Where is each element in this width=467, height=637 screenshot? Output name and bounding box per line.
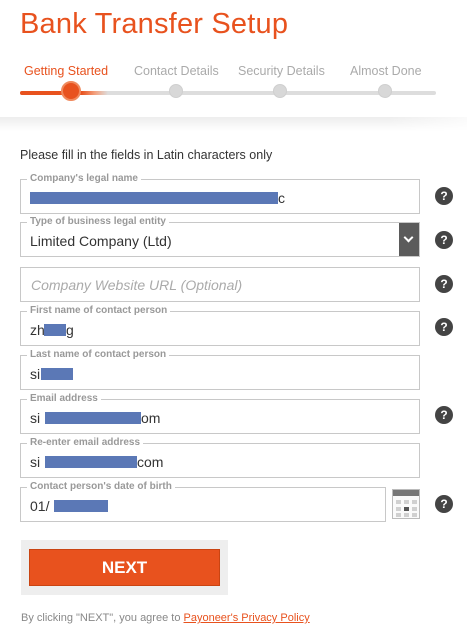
first-name-value-start: zh	[30, 322, 45, 338]
business-type-label: Type of business legal entity	[27, 216, 169, 228]
redacted-value	[45, 456, 137, 468]
step-dot-2	[169, 84, 183, 98]
email-confirm-value-start: si	[30, 454, 41, 470]
first-name-field[interactable]: First name of contact person zh g	[20, 305, 420, 346]
redacted-value	[30, 192, 278, 204]
step-dot-1	[61, 81, 81, 101]
email-value-end: om	[141, 410, 161, 426]
company-website-placeholder: Company Website URL (Optional)	[31, 277, 243, 293]
page-title: Bank Transfer Setup	[20, 8, 289, 40]
first-name-value-end: g	[66, 322, 74, 338]
email-value-start: si	[30, 410, 41, 426]
next-button-container: NEXT	[21, 540, 228, 595]
redacted-value	[45, 412, 141, 424]
first-name-label: First name of contact person	[27, 305, 171, 317]
last-name-value: si	[30, 366, 41, 382]
last-name-field[interactable]: Last name of contact person si	[20, 349, 420, 390]
step-contact-details: Contact Details	[134, 64, 219, 78]
chevron-down-icon	[403, 232, 414, 243]
next-button[interactable]: NEXT	[29, 549, 220, 586]
date-of-birth-field[interactable]: Contact person's date of birth 01/	[20, 481, 386, 522]
redacted-value	[54, 500, 108, 512]
agreement-text: By clicking "NEXT", you agree to	[21, 612, 184, 624]
company-name-label: Company's legal name	[27, 173, 141, 185]
last-name-label: Last name of contact person	[27, 349, 170, 361]
question-mark-icon[interactable]: ?	[435, 187, 453, 205]
email-confirm-field[interactable]: Re-enter email address si com	[20, 437, 420, 478]
progress-steps: Getting Started Contact Details Security…	[20, 64, 436, 104]
business-type-value: Limited Company (Ltd)	[30, 233, 172, 249]
step-almost-done: Almost Done	[350, 64, 422, 78]
question-mark-icon[interactable]: ?	[435, 318, 453, 336]
step-dot-3	[273, 84, 287, 98]
header-divider	[0, 117, 467, 131]
email-confirm-value-end: com	[137, 454, 164, 470]
email-label: Email address	[27, 393, 101, 405]
form-instructions: Please fill in the fields in Latin chara…	[20, 148, 273, 162]
company-name-value: c	[278, 190, 285, 206]
email-field[interactable]: Email address si om	[20, 393, 420, 434]
company-website-field[interactable]: Company Website URL (Optional)	[20, 267, 420, 302]
company-name-field[interactable]: Company's legal name c	[20, 173, 420, 214]
privacy-policy-link[interactable]: Payoneer's Privacy Policy	[184, 612, 310, 624]
progress-track	[20, 91, 436, 95]
dropdown-button[interactable]	[399, 223, 419, 256]
question-mark-icon[interactable]: ?	[435, 231, 453, 249]
question-mark-icon[interactable]: ?	[435, 495, 453, 513]
step-security-details: Security Details	[238, 64, 325, 78]
step-getting-started: Getting Started	[24, 64, 109, 78]
redacted-value	[41, 368, 73, 380]
date-of-birth-value: 01/	[30, 498, 50, 514]
question-mark-icon[interactable]: ?	[435, 275, 453, 293]
calendar-icon[interactable]	[392, 489, 420, 519]
date-of-birth-label: Contact person's date of birth	[27, 481, 175, 493]
privacy-agreement: By clicking "NEXT", you agree to Payonee…	[21, 612, 310, 624]
step-dot-4	[378, 84, 392, 98]
question-mark-icon[interactable]: ?	[435, 406, 453, 424]
email-confirm-label: Re-enter email address	[27, 437, 144, 449]
business-type-select[interactable]: Type of business legal entity Limited Co…	[20, 216, 420, 257]
redacted-value	[44, 324, 66, 336]
